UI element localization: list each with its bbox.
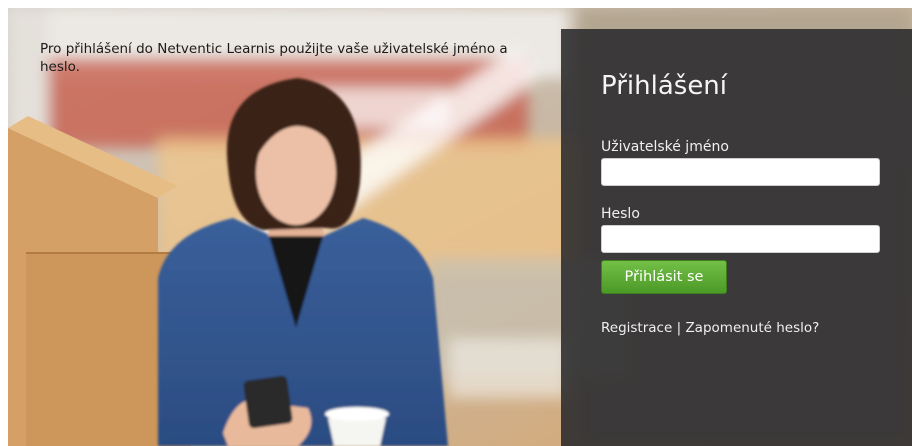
password-input[interactable]: [601, 225, 880, 253]
link-separator: |: [676, 320, 682, 336]
register-link[interactable]: Registrace: [601, 320, 672, 336]
intro-text: Pro přihlášení do Netventic Learnis použ…: [40, 41, 508, 75]
login-title: Přihlášení: [601, 71, 728, 101]
username-label: Uživatelské jméno: [601, 139, 729, 155]
password-label: Heslo: [601, 206, 640, 222]
forgot-password-link[interactable]: Zapomenuté heslo?: [685, 320, 819, 336]
auth-links: Registrace | Zapomenuté heslo?: [601, 320, 819, 336]
login-button[interactable]: Přihlásit se: [601, 260, 727, 294]
login-panel: Přihlášení Uživatelské jméno Heslo Přihl…: [561, 29, 912, 446]
username-input[interactable]: [601, 158, 880, 186]
login-page: Pro přihlášení do Netventic Learnis použ…: [8, 8, 912, 446]
